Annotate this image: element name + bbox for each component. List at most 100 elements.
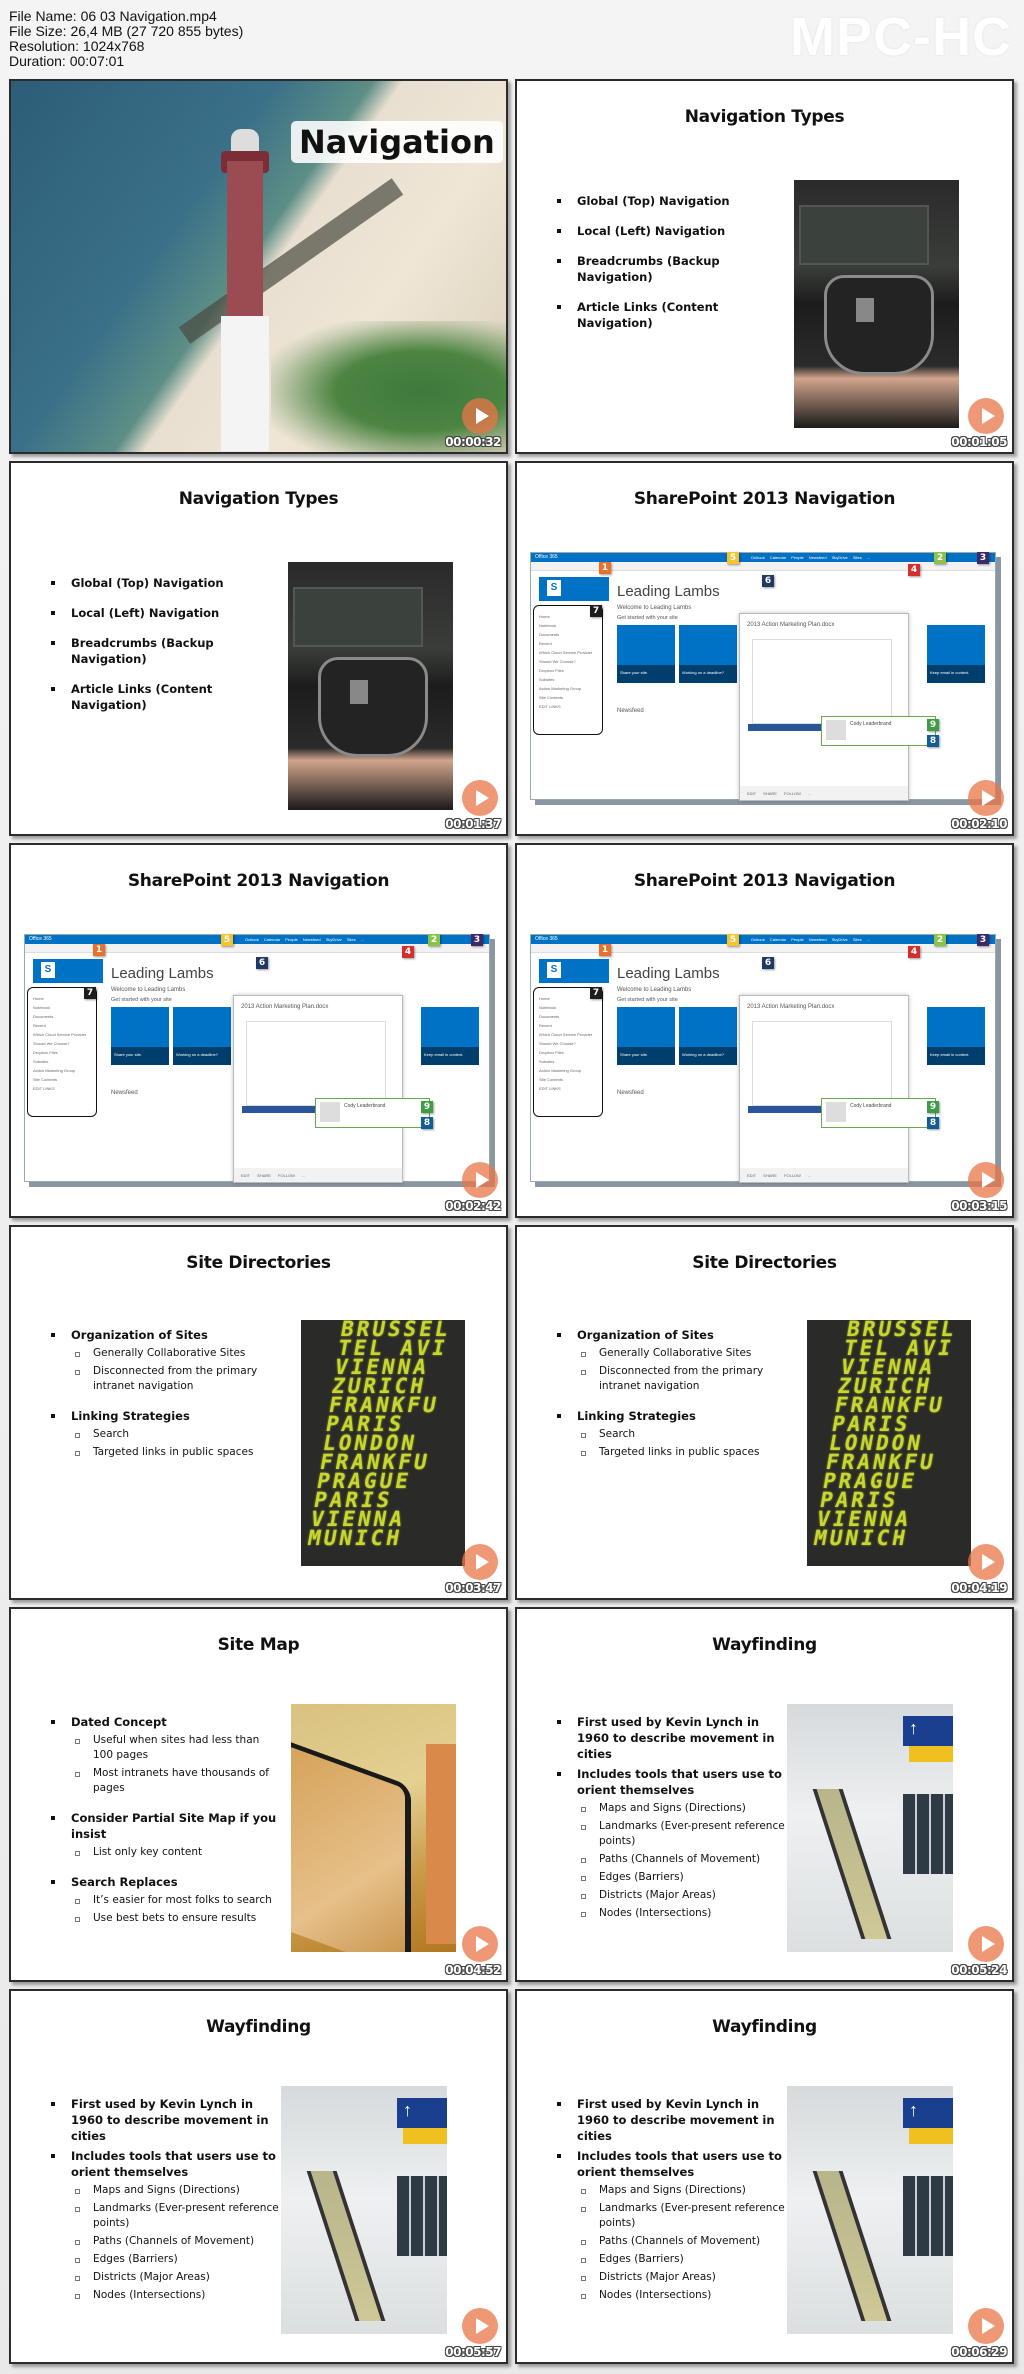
quick-launch-item: Recent (539, 641, 552, 646)
timestamp: 00:05:57 (445, 2345, 501, 2359)
document-preview: 2013 Action Marketing Plan.docx EDIT SHAR… (739, 995, 909, 1183)
play-icon[interactable] (462, 1544, 498, 1580)
bullet-text: First used by Kevin Lynch in 1960 to des… (71, 2097, 269, 2143)
glass-wall (903, 1794, 953, 1874)
callout-badge: 9 (927, 719, 939, 731)
video-thumbnail[interactable]: Wayfinding First used by Kevin Lynch in 1… (9, 1989, 508, 2364)
page-bar (748, 724, 828, 731)
timestamp: 00:05:24 (951, 1963, 1007, 1977)
get-started-text: Get started with your site (111, 997, 172, 1003)
bullet-text: Global (Top) Navigation (71, 576, 224, 590)
file-size: File Size: 26,4 MB (27 720 855 bytes) (9, 23, 244, 39)
sub-bullet-item: Search (577, 1427, 787, 1442)
departure-board-photo: BRUSSEL TEL AVI VIENNA ZURICH FRANKFU PARIS LO… (807, 1320, 971, 1566)
callout-badge: 4 (908, 564, 920, 576)
bullet-item: Local (Left) Navigation (557, 223, 787, 239)
sub-bullet-item: Disconnected from the primary intranet n… (577, 1364, 787, 1394)
bullet-text: Dated Concept (71, 1715, 167, 1729)
play-icon[interactable] (968, 1926, 1004, 1962)
bullet-text: Includes tools that users use to orient … (577, 1767, 782, 1797)
quick-launch-item: Dropbox Files (539, 1050, 564, 1055)
video-thumbnail[interactable]: Navigation Types Global (Top) Navigation L… (9, 461, 508, 836)
bullet-item: Global (Top) Navigation (51, 575, 281, 591)
play-icon[interactable] (968, 2308, 1004, 2344)
quick-launch-item: Recent (33, 1023, 46, 1028)
tower-red (227, 161, 263, 316)
escalator (812, 2171, 892, 2321)
bullet-list: First used by Kevin Lynch in 1960 to des… (557, 1714, 787, 1935)
play-icon[interactable] (968, 398, 1004, 434)
bullet-item: First used by Kevin Lynch in 1960 to des… (557, 1714, 787, 1762)
sub-bullet-item: Edges (Barriers) (577, 1870, 787, 1885)
play-icon[interactable] (968, 780, 1004, 816)
document-preview: 2013 Action Marketing Plan.docx EDIT SHAR… (739, 613, 909, 801)
promo-tile: Working on a deadline? (679, 625, 737, 683)
play-icon[interactable] (462, 1926, 498, 1962)
quick-launch-item: Action Marketing Group (539, 1068, 582, 1073)
bullet-text: Breadcrumbs (Backup Navigation) (577, 254, 720, 284)
callout-badge: 7 (590, 987, 602, 999)
bullet-list: Organization of Sites Generally Collabora… (557, 1327, 787, 1474)
timestamp: 00:06:29 (951, 2345, 1007, 2359)
video-thumbnail[interactable]: Navigation Types Global (Top) Navigation L… (515, 79, 1014, 454)
callout-badge: 3 (977, 934, 989, 946)
callout-badge: 7 (590, 605, 602, 617)
timestamp: 00:01:05 (951, 435, 1007, 449)
cockpit-yoke-photo (288, 562, 453, 810)
play-icon[interactable] (462, 780, 498, 816)
video-thumbnail[interactable]: Site Directories Organization of Sites Gen… (9, 1225, 508, 1600)
sub-bullet-item: It’s easier for most folks to search (71, 1893, 281, 1908)
slide-title: Navigation (291, 121, 503, 163)
slide-title: Site Directories (186, 1253, 331, 1273)
sharepoint-screenshot: Office 365 Outlook Calendar People Newsfe… (24, 934, 490, 1183)
document-title: 2013 Action Marketing Plan.docx (241, 1004, 329, 1010)
bullet-list: Global (Top) Navigation Local (Left) Navi… (557, 193, 787, 345)
hand (426, 1744, 456, 1944)
bullet-list: First used by Kevin Lynch in 1960 to des… (557, 2096, 787, 2317)
callout-badge: 1 (599, 562, 611, 574)
video-thumbnail[interactable]: Site Directories Organization of Sites Gen… (515, 1225, 1014, 1600)
sub-bullet-item: Useful when sites had less than 100 page… (71, 1733, 281, 1763)
play-icon[interactable] (968, 1544, 1004, 1580)
cockpit-yoke (824, 275, 934, 375)
video-thumbnail[interactable]: Wayfinding First used by Kevin Lynch in 1… (515, 1989, 1014, 2364)
video-thumbnail[interactable]: Navigation 00:00:32 (9, 79, 508, 454)
quick-launch-item: Notebook (539, 623, 557, 628)
video-thumbnail[interactable]: SharePoint 2013 Navigation Office 365 Outl… (9, 843, 508, 1218)
timestamp: 00:03:15 (951, 1199, 1007, 1213)
sub-bullet-item: Disconnected from the primary intranet n… (71, 1364, 281, 1394)
bullet-text: Article Links (Content Navigation) (577, 300, 719, 330)
board-city: MUNICH (305, 1526, 405, 1550)
quick-launch-item: EDIT LINKS (539, 1086, 561, 1091)
quick-launch: Home Notebook Documents Recent Which Cloud S… (533, 987, 603, 1117)
newsfeed-heading: Newsfeed (617, 708, 644, 714)
quick-launch-item: Subsites (539, 677, 555, 682)
cockpit-yoke-photo (794, 180, 959, 428)
play-icon[interactable] (462, 398, 498, 434)
video-thumbnail[interactable]: SharePoint 2013 Navigation Office 365 Outl… (515, 461, 1014, 836)
sub-bullet-item: Paths (Channels of Movement) (577, 2234, 787, 2249)
video-thumbnail[interactable]: SharePoint 2013 Navigation Office 365 Outl… (515, 843, 1014, 1218)
video-thumbnail[interactable]: Site Map Dated Concept Useful when sites h… (9, 1607, 508, 1982)
quick-launch-item: Which Cloud Service Provider Should We C… (539, 650, 593, 664)
play-icon[interactable] (968, 1162, 1004, 1198)
play-icon[interactable] (462, 1162, 498, 1198)
callout-badge: 4 (402, 946, 414, 958)
glass-wall (903, 2176, 953, 2256)
slide-title: Site Directories (692, 1253, 837, 1273)
sub-bullet-item: Maps and Signs (Directions) (71, 2183, 281, 2198)
welcome-text: Welcome to Leading Lambs (617, 605, 692, 611)
timestamp: 00:04:52 (445, 1963, 501, 1977)
sharepoint-logo (539, 959, 609, 983)
up-arrow-sign (397, 2098, 447, 2128)
bullet-text: Organization of Sites (577, 1328, 714, 1342)
tile-label: Share your site. (617, 665, 675, 683)
video-thumbnail[interactable]: Wayfinding First used by Kevin Lynch in 1… (515, 1607, 1014, 1982)
quick-launch-item: Home (539, 996, 550, 1001)
tower-white (221, 316, 269, 451)
quick-launch-item: Subsites (539, 1059, 555, 1064)
quick-launch-item: Site Contents (539, 695, 564, 700)
play-icon[interactable] (462, 2308, 498, 2344)
bullet-item: Search Replaces It’s easier for most folk… (51, 1874, 281, 1926)
document-frame (752, 1021, 892, 1106)
